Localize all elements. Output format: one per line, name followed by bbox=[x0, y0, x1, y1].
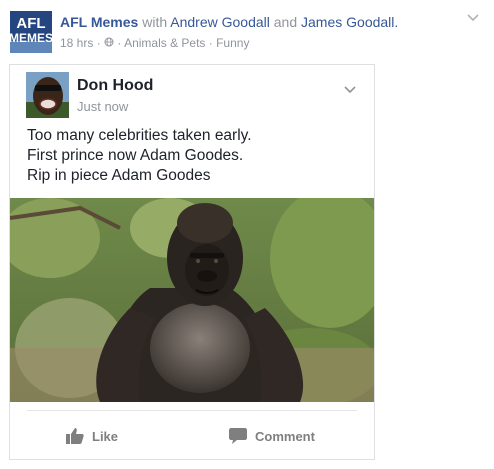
like-button[interactable]: Like bbox=[66, 424, 118, 448]
author-name[interactable]: Don Hood bbox=[77, 77, 153, 95]
post-text: Too many celebrities taken early. First … bbox=[27, 126, 367, 186]
comment-button[interactable]: Comment bbox=[229, 424, 315, 448]
page-name-link[interactable]: AFL Memes bbox=[60, 14, 138, 30]
post-meta-line: 18 hrs · · Animals & Pets · Funny bbox=[60, 35, 460, 51]
tagged-user-link-2[interactable]: James Goodall. bbox=[301, 14, 398, 30]
post-timestamp[interactable]: 18 hrs bbox=[60, 36, 93, 50]
thumbs-up-icon bbox=[66, 428, 84, 444]
like-label: Like bbox=[92, 428, 119, 444]
avatar-logo-bottom: MEMES bbox=[10, 31, 52, 45]
page-avatar[interactable]: AFL MEMES bbox=[10, 11, 52, 53]
action-divider bbox=[27, 410, 357, 411]
and-text: and bbox=[273, 14, 298, 30]
comment-bubble-icon bbox=[229, 428, 247, 444]
post-category[interactable]: Animals & Pets · Funny bbox=[124, 36, 249, 50]
author-avatar[interactable] bbox=[26, 72, 69, 118]
tagged-user-link-1[interactable]: Andrew Goodall bbox=[170, 14, 270, 30]
shared-post-card: Don Hood Just now Too many celebrities t… bbox=[9, 64, 375, 460]
post-title-line: AFL Memes with Andrew Goodall and James … bbox=[60, 14, 460, 31]
comment-label: Comment bbox=[255, 428, 315, 444]
chevron-down-icon[interactable] bbox=[343, 83, 357, 97]
chevron-down-icon[interactable] bbox=[466, 11, 480, 25]
with-text: with bbox=[142, 14, 168, 30]
globe-icon bbox=[104, 35, 114, 51]
post-text-line: Rip in piece Adam Goodes bbox=[27, 167, 211, 184]
post-text-line: Too many celebrities taken early. bbox=[27, 127, 252, 144]
meta-separator-2: · bbox=[117, 36, 122, 50]
post-time[interactable]: Just now bbox=[77, 99, 128, 115]
post-text-line: First prince now Adam Goodes. bbox=[27, 147, 244, 164]
avatar-logo-top: AFL bbox=[16, 15, 45, 32]
meta-separator: · bbox=[96, 36, 101, 50]
post-header: AFL Memes with Andrew Goodall and James … bbox=[60, 14, 460, 51]
post-photo-gorilla[interactable] bbox=[10, 198, 374, 402]
